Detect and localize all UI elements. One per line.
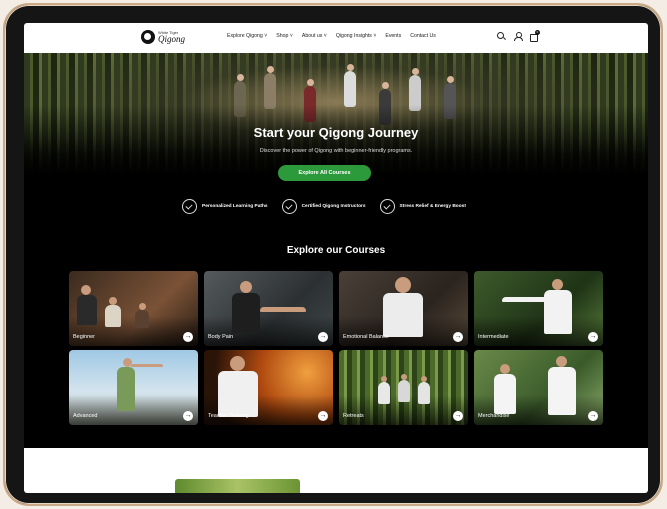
tablet-frame: White Tiger Qigong Explore Qigong ˅ Shop… bbox=[3, 3, 663, 506]
menu-about-us[interactable]: About us ˅ bbox=[302, 33, 327, 39]
menu-shop[interactable]: Shop ˅ bbox=[276, 33, 293, 39]
course-label: Beginner bbox=[73, 334, 96, 340]
yin-yang-logo-icon bbox=[141, 30, 155, 44]
menu-contact-us[interactable]: Contact Us bbox=[410, 33, 436, 39]
course-card-beginner[interactable]: Beginner → bbox=[69, 271, 198, 346]
arrow-right-icon[interactable]: → bbox=[588, 332, 598, 342]
arrow-right-icon[interactable]: → bbox=[183, 332, 193, 342]
course-card-body-pain[interactable]: Body Pain → bbox=[204, 271, 333, 346]
logo-line2: Qigong bbox=[158, 33, 185, 44]
course-card-teacher-training[interactable]: Teacher Training → bbox=[204, 350, 333, 425]
logo[interactable]: White Tiger Qigong bbox=[141, 30, 185, 44]
course-card-merchandise[interactable]: Merchandise → bbox=[474, 350, 603, 425]
course-label: Merchandise bbox=[478, 413, 510, 419]
check-badge-icon bbox=[281, 199, 297, 214]
course-label: Retreats bbox=[343, 413, 364, 419]
bamboo-preview-image bbox=[175, 479, 300, 493]
main-menu: Explore Qigong ˅ Shop ˅ About us ˅ Qigon… bbox=[227, 33, 436, 39]
feature-item: Certified Qigong Instructors bbox=[281, 199, 366, 214]
feature-item: Personalized Learning Paths bbox=[182, 199, 268, 214]
next-section bbox=[24, 448, 648, 493]
course-label: Emotional Balance bbox=[343, 334, 389, 340]
course-card-retreats[interactable]: Retreats → bbox=[339, 350, 468, 425]
check-badge-icon bbox=[182, 199, 197, 214]
screen: White Tiger Qigong Explore Qigong ˅ Shop… bbox=[24, 23, 648, 493]
explore-all-courses-button[interactable]: Explore All Courses bbox=[278, 165, 371, 181]
arrow-right-icon[interactable]: → bbox=[453, 411, 463, 421]
arrow-right-icon[interactable]: → bbox=[588, 411, 598, 421]
arrow-right-icon[interactable]: → bbox=[318, 411, 328, 421]
menu-qigong-insights[interactable]: Qigong Insights ˅ bbox=[336, 33, 377, 39]
course-grid: Beginner → Body Pain → Emotional Balance… bbox=[69, 271, 604, 425]
header: White Tiger Qigong Explore Qigong ˅ Shop… bbox=[24, 23, 648, 53]
course-label: Teacher Training bbox=[208, 413, 249, 419]
feature-list: Personalized Learning Paths Certified Qi… bbox=[182, 199, 466, 214]
arrow-right-icon[interactable]: → bbox=[318, 332, 328, 342]
course-card-emotional-balance[interactable]: Emotional Balance → bbox=[339, 271, 468, 346]
course-label: Advanced bbox=[73, 413, 98, 419]
course-label: Intermediate bbox=[478, 334, 509, 340]
arrow-right-icon[interactable]: → bbox=[453, 332, 463, 342]
course-card-intermediate[interactable]: Intermediate → bbox=[474, 271, 603, 346]
menu-events[interactable]: Events bbox=[385, 33, 401, 39]
user-icon[interactable] bbox=[513, 32, 523, 41]
hero-subtitle: Discover the power of Qigong with beginn… bbox=[259, 148, 413, 154]
feature-item: Stress Relief & Energy Boost bbox=[379, 199, 466, 214]
course-label: Body Pain bbox=[208, 334, 234, 340]
header-actions: 0 bbox=[497, 30, 540, 42]
course-card-advanced[interactable]: Advanced → bbox=[69, 350, 198, 425]
courses-section-title: Explore our Courses bbox=[286, 245, 386, 256]
menu-explore-qigong[interactable]: Explore Qigong ˅ bbox=[227, 33, 267, 39]
cart-count-badge: 0 bbox=[535, 30, 540, 35]
check-badge-icon bbox=[379, 199, 395, 214]
hero-banner-image bbox=[24, 53, 648, 175]
search-icon[interactable] bbox=[497, 32, 506, 41]
arrow-right-icon[interactable]: → bbox=[183, 411, 193, 421]
cart-icon[interactable]: 0 bbox=[529, 30, 540, 42]
hero-title: Start your Qigong Journey bbox=[253, 125, 419, 140]
